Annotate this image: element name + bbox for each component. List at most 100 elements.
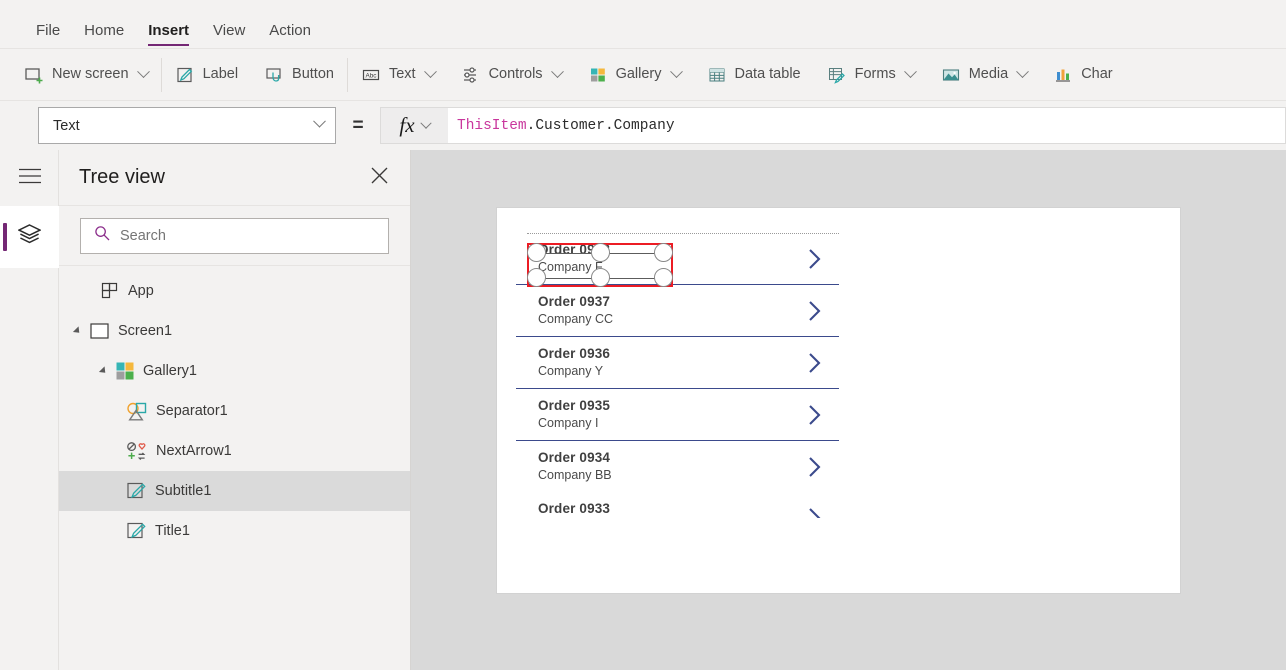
next-arrow-icon[interactable] xyxy=(807,403,823,427)
data-table-button[interactable]: Data table xyxy=(694,49,814,101)
gallery-button-label: Gallery xyxy=(615,66,662,83)
twisty-placeholder xyxy=(83,283,99,299)
tree-item-label: Title1 xyxy=(155,523,190,539)
search-icon xyxy=(94,225,110,246)
svg-text:Abc: Abc xyxy=(365,72,377,79)
tree-item-subtitle1[interactable]: Subtitle1 xyxy=(59,471,410,511)
tree-view-header: Tree view xyxy=(59,150,410,206)
controls-button[interactable]: Controls xyxy=(448,49,575,101)
menu-item-insert[interactable]: Insert xyxy=(136,23,201,48)
close-icon xyxy=(371,167,388,189)
button-button-label: Button xyxy=(292,66,334,83)
new-screen-icon xyxy=(24,65,44,85)
chevron-down-icon xyxy=(550,65,564,79)
left-rail xyxy=(0,150,59,670)
media-button-label: Media xyxy=(968,66,1009,83)
twisty-expanded-icon[interactable] xyxy=(69,323,85,339)
new-screen-button[interactable]: New screen xyxy=(0,49,161,101)
next-arrow-icon[interactable] xyxy=(807,247,823,271)
chart-button[interactable]: Char xyxy=(1040,49,1125,101)
gallery-row-title: Order 0936 xyxy=(538,346,611,361)
formula-bar: Text = fx ThisItem .Customer.Company xyxy=(0,100,1286,150)
search-input[interactable]: Search xyxy=(80,217,389,254)
close-panel-button[interactable] xyxy=(365,164,393,192)
text-abc-icon: Abc xyxy=(361,65,381,85)
design-canvas[interactable]: Order 0938 Company F Order 0937 Company … xyxy=(411,150,1286,670)
fx-button[interactable]: fx xyxy=(380,107,448,144)
hamburger-menu-button[interactable] xyxy=(0,150,59,206)
label-button-label: Label xyxy=(202,66,239,83)
tree-item-label: Gallery1 xyxy=(143,363,197,379)
tree-item-label: App xyxy=(128,283,154,299)
resize-handle-top-left[interactable] xyxy=(527,243,546,262)
formula-identifier: ThisItem xyxy=(457,117,527,134)
gallery-row[interactable]: Order 0938 Company F xyxy=(516,233,839,287)
chart-button-label: Char xyxy=(1081,66,1113,83)
gallery-row-clipped[interactable]: Order 0933 xyxy=(516,492,839,518)
ribbon-group-screens: New screen xyxy=(0,49,161,101)
gallery-row-title: Order 0934 xyxy=(538,450,611,465)
tree-item-gallery1[interactable]: Gallery1 xyxy=(59,351,410,391)
tree-item-label: Subtitle1 xyxy=(155,483,212,499)
data-table-button-label: Data table xyxy=(734,66,801,83)
resize-handle-top-center[interactable] xyxy=(590,243,610,262)
text-button[interactable]: Abc Text xyxy=(348,49,448,101)
label-edit-icon xyxy=(127,522,146,541)
tree-view-list: App Screen1 Gallery1 Separator1 NextArro… xyxy=(59,266,410,551)
gallery-row[interactable]: Order 0936 Company Y xyxy=(516,337,839,389)
tree-item-screen1[interactable]: Screen1 xyxy=(59,311,410,351)
app-icon xyxy=(101,282,119,300)
tree-item-app[interactable]: App xyxy=(59,271,410,311)
property-select[interactable]: Text xyxy=(38,107,336,144)
gallery-row[interactable]: Order 0935 Company I xyxy=(516,389,839,441)
gallery-button[interactable]: Gallery xyxy=(575,49,694,101)
datatable-icon xyxy=(707,65,727,85)
gallery-row[interactable]: Order 0937 Company CC xyxy=(516,285,839,337)
forms-button-label: Forms xyxy=(854,66,896,83)
next-arrow-icon[interactable] xyxy=(807,455,823,479)
next-arrow-icon[interactable] xyxy=(807,299,823,323)
resize-handle-bottom-left[interactable] xyxy=(527,268,546,287)
button-button[interactable]: Button xyxy=(251,49,347,101)
resize-handle-top-right[interactable] xyxy=(654,243,673,262)
chevron-down-icon xyxy=(669,65,683,79)
app-screen-preview[interactable]: Order 0938 Company F Order 0937 Company … xyxy=(497,208,1180,593)
twisty-expanded-icon[interactable] xyxy=(95,363,111,379)
rail-item-tree-view[interactable] xyxy=(0,206,59,268)
tree-view-panel: Tree view Search App Screen1 Gallery1 Se… xyxy=(59,150,411,670)
button-icon xyxy=(264,65,284,85)
media-icon xyxy=(941,65,961,85)
tree-item-label: NextArrow1 xyxy=(156,443,232,459)
media-button[interactable]: Media xyxy=(928,49,1041,101)
ribbon-group-controls: Abc Text Controls Gallery Data table For… xyxy=(348,49,1126,101)
forms-button[interactable]: Forms xyxy=(814,49,928,101)
tree-item-title1[interactable]: Title1 xyxy=(59,511,410,551)
tree-item-separator1[interactable]: Separator1 xyxy=(59,391,410,431)
next-arrow-icon[interactable] xyxy=(807,351,823,375)
menu-item-file[interactable]: File xyxy=(24,23,72,48)
formula-rest: .Customer.Company xyxy=(526,117,675,134)
controls-button-label: Controls xyxy=(488,66,543,83)
resize-handle-bottom-center[interactable] xyxy=(590,268,610,287)
fx-icon: fx xyxy=(399,113,415,137)
hamburger-icon xyxy=(18,168,41,189)
chevron-down-icon xyxy=(1016,65,1030,79)
gallery-row[interactable]: Order 0934 Company BB xyxy=(516,441,839,492)
menu-item-home[interactable]: Home xyxy=(72,23,136,48)
formula-input[interactable]: ThisItem .Customer.Company xyxy=(448,107,1286,144)
label-button[interactable]: Label xyxy=(162,49,251,101)
next-arrow-icon[interactable] xyxy=(807,506,823,518)
resize-handle-bottom-right[interactable] xyxy=(654,268,673,287)
tree-view-title: Tree view xyxy=(79,166,165,188)
tree-item-label: Screen1 xyxy=(118,323,173,339)
gallery-control[interactable]: Order 0938 Company F Order 0937 Company … xyxy=(516,233,839,492)
tree-search-container: Search xyxy=(59,206,410,266)
iconset-icon xyxy=(127,441,147,461)
tree-item-nextarrow1[interactable]: NextArrow1 xyxy=(59,431,410,471)
menu-item-action[interactable]: Action xyxy=(257,23,323,48)
new-screen-label: New screen xyxy=(52,66,129,83)
search-placeholder: Search xyxy=(120,227,166,244)
gallery-row-subtitle: Company Y xyxy=(538,364,604,378)
menu-item-view[interactable]: View xyxy=(201,23,257,48)
gallery-icon xyxy=(588,65,608,85)
